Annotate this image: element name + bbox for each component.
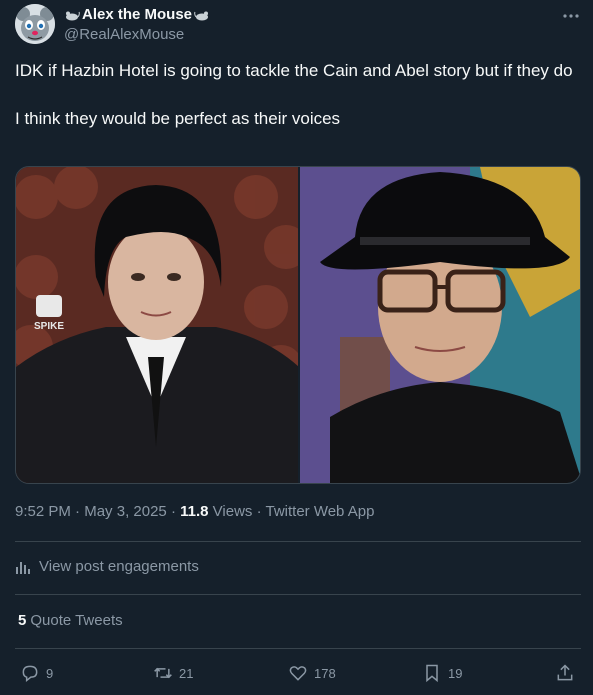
mouse-emoji-icon [194, 11, 209, 20]
divider [15, 648, 581, 649]
photo-icon: SPIKE [16, 167, 298, 483]
quote-count: 5 [18, 612, 27, 629]
tweet-text: IDK if Hazbin Hotel is going to tackle t… [15, 61, 573, 128]
photo-icon [300, 167, 580, 483]
reply-icon [22, 665, 38, 683]
more-horizontal-icon[interactable] [561, 6, 581, 26]
like-button[interactable]: 178 [288, 663, 336, 683]
views-label: Views [208, 503, 253, 520]
quote-tweets-link[interactable]: 5 Quote Tweets [18, 612, 123, 629]
spike-logo-text: SPIKE [34, 321, 64, 332]
tweet-source[interactable]: Twitter Web App [265, 503, 374, 520]
views-count: 11.8 [180, 503, 209, 520]
reply-count: 9 [46, 665, 54, 681]
bookmark-button[interactable]: 19 [422, 663, 462, 683]
name-row: Alex the Mouse [64, 6, 210, 23]
meta-separator: · [70, 503, 85, 520]
meta-separator: · [166, 503, 181, 520]
tweet-time[interactable]: 9:52 PM [15, 503, 71, 520]
user-handle[interactable]: @RealAlexMouse [64, 26, 184, 43]
heart-icon [289, 666, 307, 681]
mouse-emoji-icon [66, 11, 80, 20]
retweet-count: 21 [179, 665, 194, 681]
photo-left[interactable]: SPIKE [16, 167, 298, 483]
tweet-date[interactable]: May 3, 2025 [84, 503, 167, 520]
retweet-icon [154, 667, 172, 679]
meta-separator: · [252, 503, 266, 520]
action-bar: 9 21 178 19 [20, 663, 575, 685]
share-button[interactable] [555, 663, 575, 683]
tweet-media[interactable]: SPIKE [15, 166, 581, 484]
divider [15, 541, 581, 542]
share-icon [557, 664, 573, 681]
retweet-button[interactable]: 21 [153, 663, 193, 683]
cartoon-mouse-avatar-icon [15, 4, 55, 44]
view-engagements-link[interactable]: View post engagements [15, 558, 199, 575]
reply-button[interactable]: 9 [20, 663, 53, 683]
view-engagements-label: View post engagements [39, 558, 199, 575]
bookmark-icon [426, 664, 438, 683]
bookmark-count: 19 [448, 665, 463, 681]
tweet-header: Alex the Mouse @RealAlexMouse [15, 4, 581, 46]
quote-tweets-label: Quote Tweets [30, 612, 123, 629]
photo-right[interactable] [298, 167, 580, 483]
tweet-meta: 9:52 PM · May 3, 2025 · 11.8 Views · Twi… [15, 503, 374, 520]
bar-chart-icon [16, 561, 30, 574]
divider [15, 594, 581, 595]
display-name[interactable]: Alex the Mouse [82, 6, 192, 23]
like-count: 178 [314, 665, 336, 681]
avatar[interactable] [15, 4, 55, 44]
